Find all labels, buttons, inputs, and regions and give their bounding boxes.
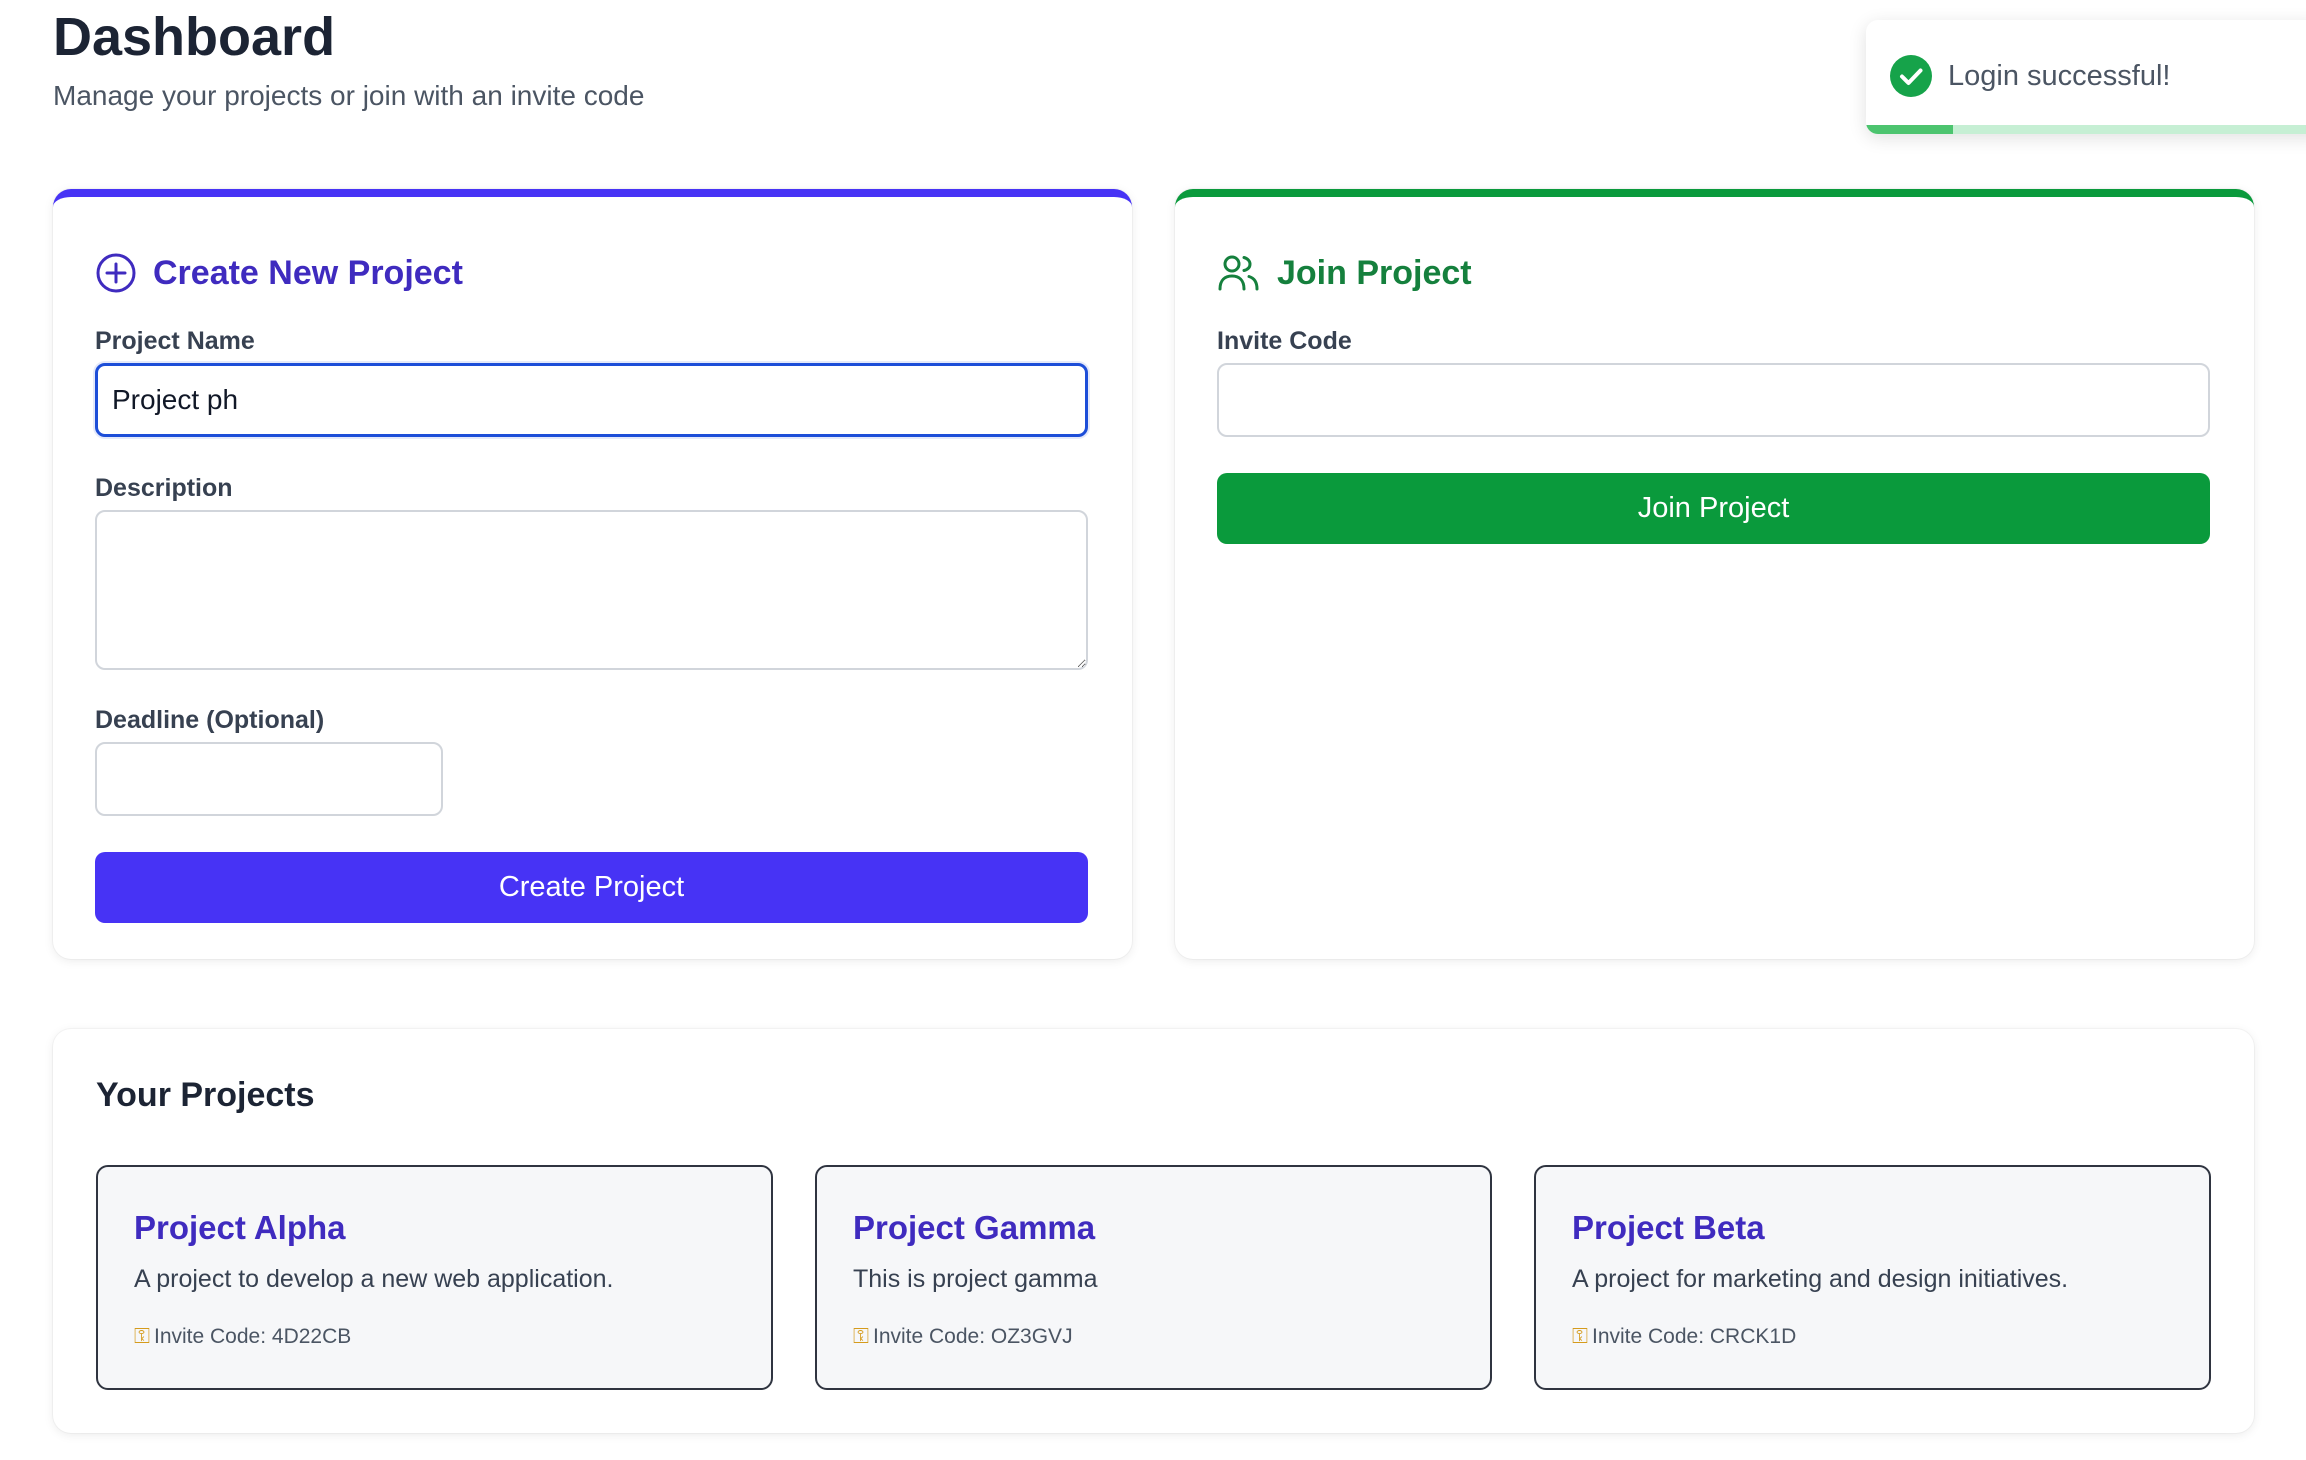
invite-code-label: Invite Code	[1217, 327, 1352, 355]
plus-circle-icon	[95, 252, 137, 294]
key-icon: ⚿	[1572, 1325, 1588, 1348]
project-description: A project to develop a new web applicati…	[134, 1265, 614, 1293]
toast-progress-fill	[1866, 125, 1954, 134]
invite-code-text: Invite Code: 4D22CB	[153, 1325, 352, 1348]
project-name: Project Beta	[1572, 1209, 1765, 1246]
invite-code-text: Invite Code: OZ3GVJ	[872, 1325, 1073, 1348]
project-card[interactable]: Project Gamma This is project gamma ⚿ In…	[815, 1165, 1492, 1390]
project-invite-code: ⚿ Invite Code: OZ3GVJ	[853, 1323, 1073, 1351]
project-card[interactable]: Project Beta A project for marketing and…	[1534, 1165, 2211, 1390]
create-project-title: Create New Project	[153, 254, 463, 292]
users-icon	[1217, 252, 1261, 294]
project-name-label: Project Name	[95, 327, 255, 355]
deadline-label: Deadline (Optional)	[95, 706, 325, 734]
description-label: Description	[95, 474, 233, 502]
description-textarea[interactable]	[95, 510, 1088, 670]
key-icon: ⚿	[853, 1325, 869, 1348]
your-projects-title: Your Projects	[96, 1076, 315, 1114]
create-project-card: Create New Project Project Name Descript…	[53, 189, 1132, 959]
create-project-header: Create New Project	[95, 249, 463, 297]
project-name: Project Alpha	[134, 1209, 346, 1246]
toast-progress-track	[1866, 125, 2306, 134]
project-card[interactable]: Project Alpha A project to develop a new…	[96, 1165, 773, 1390]
project-name-input[interactable]	[95, 363, 1088, 437]
toast-message: Login successful!	[1948, 60, 2171, 92]
dashboard-page: Dashboard Manage your projects or join w…	[0, 0, 2306, 1460]
join-project-card: Join Project Invite Code Join Project	[1175, 189, 2254, 959]
join-project-button[interactable]: Join Project	[1217, 473, 2210, 544]
project-invite-code: ⚿ Invite Code: 4D22CB	[134, 1323, 351, 1351]
invite-code-input[interactable]	[1217, 363, 2210, 437]
key-icon: ⚿	[134, 1325, 150, 1348]
project-description: This is project gamma	[853, 1265, 1098, 1293]
your-projects-section: Your Projects Project Alpha A project to…	[53, 1029, 2254, 1433]
join-project-title: Join Project	[1277, 254, 1472, 292]
page-title: Dashboard	[53, 7, 336, 67]
invite-code-text: Invite Code: CRCK1D	[1591, 1325, 1797, 1348]
page-subtitle: Manage your projects or join with an inv…	[53, 80, 645, 111]
deadline-input[interactable]	[95, 742, 443, 816]
project-name: Project Gamma	[853, 1209, 1096, 1246]
create-project-button[interactable]: Create Project	[95, 852, 1088, 923]
join-project-header: Join Project	[1217, 249, 1472, 297]
login-success-toast[interactable]: Login successful!	[1866, 20, 2306, 134]
check-circle-icon	[1890, 55, 1932, 97]
project-description: A project for marketing and design initi…	[1572, 1265, 2069, 1293]
project-invite-code: ⚿ Invite Code: CRCK1D	[1572, 1323, 1796, 1351]
